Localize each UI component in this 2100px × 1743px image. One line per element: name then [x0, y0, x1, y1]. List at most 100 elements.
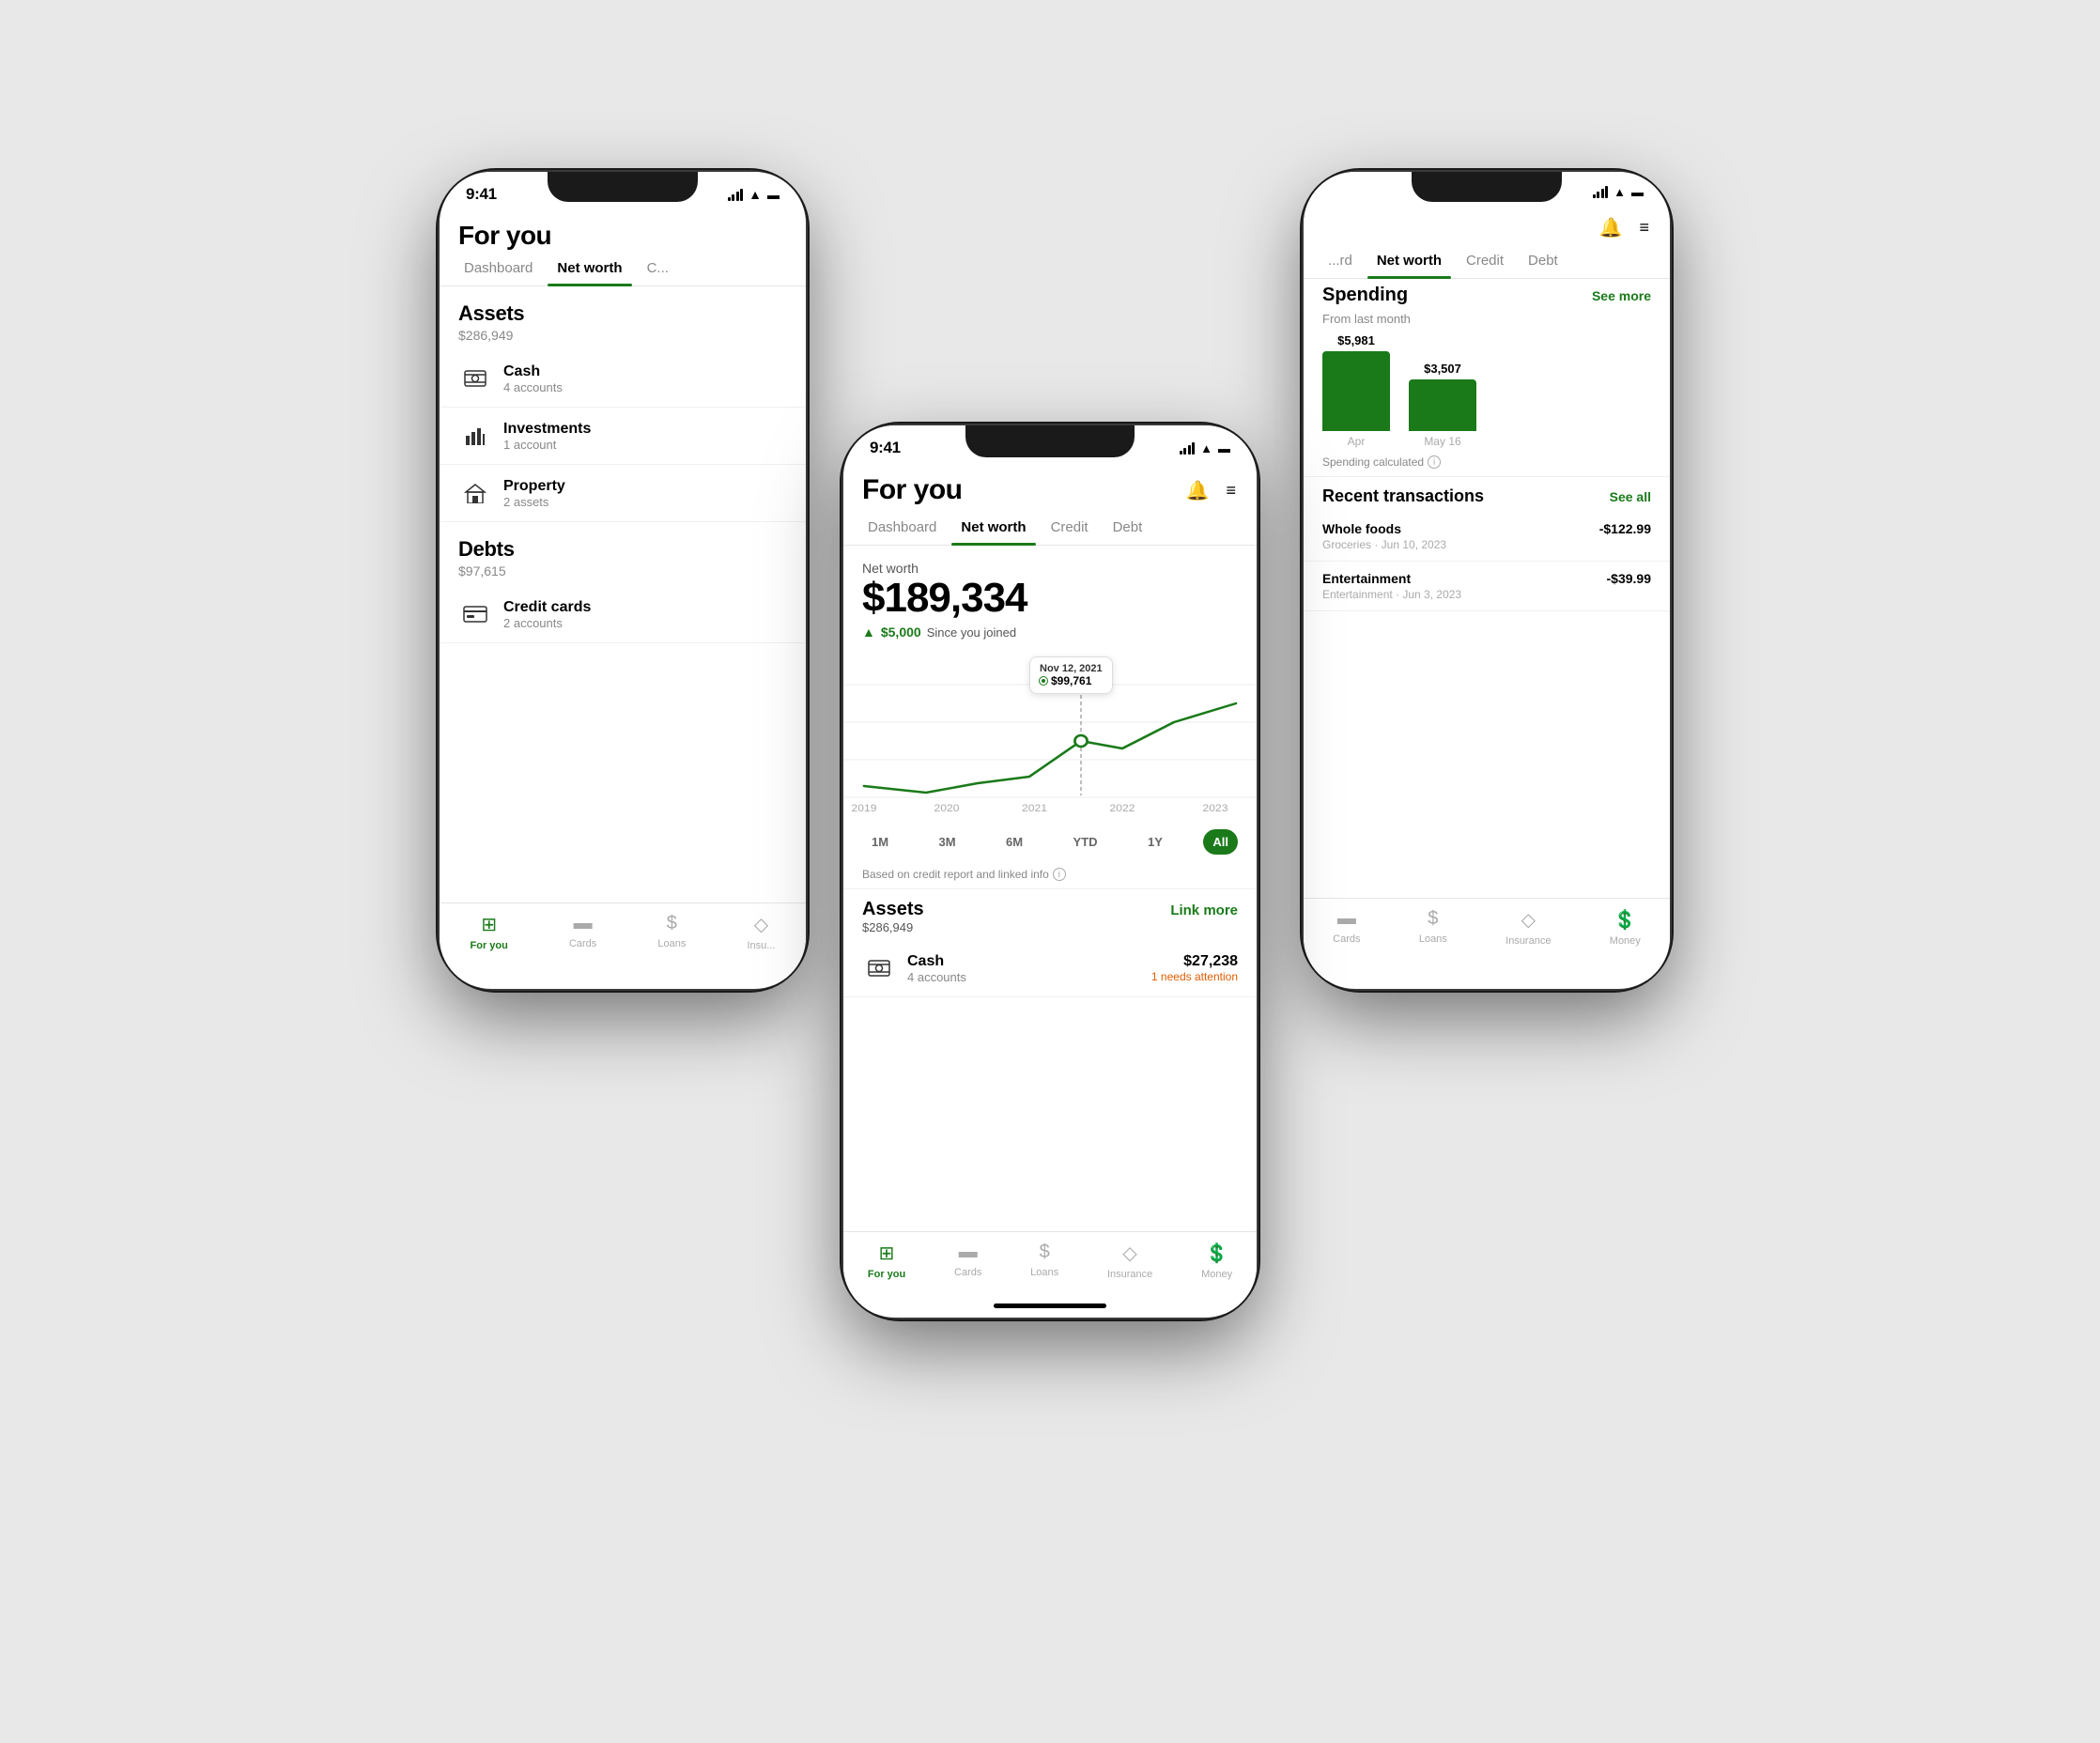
insurance-nav-icon-center: ◇: [1122, 1242, 1136, 1265]
tab-dashboard-left[interactable]: Dashboard: [455, 251, 542, 285]
link-more-button[interactable]: Link more: [1170, 902, 1238, 918]
nav-insurance-center[interactable]: ◇ Insurance: [1107, 1242, 1152, 1280]
credit-info-text: Based on credit report and linked info: [862, 868, 1049, 881]
bar-amount-apr: $5,981: [1337, 333, 1375, 347]
left-property-text: Property 2 assets: [503, 478, 565, 509]
tab-networth-left[interactable]: Net worth: [548, 251, 631, 285]
nav-foryou-center[interactable]: ⊞ For you: [868, 1242, 905, 1280]
nav-cards-center[interactable]: ▬ Cards: [954, 1242, 981, 1278]
networth-change-amount: $5,000: [881, 625, 921, 640]
tab-networth-center[interactable]: Net worth: [951, 510, 1035, 545]
left-property-sub: 2 assets: [503, 495, 565, 509]
loans-icon-left: $: [667, 913, 677, 934]
insurance-label-left: Insu...: [747, 940, 775, 951]
tab-credit-center[interactable]: Credit: [1042, 510, 1098, 545]
chart-tooltip: Nov 12, 2021 $99,761: [1029, 656, 1113, 694]
bell-icon-right[interactable]: 🔔: [1599, 216, 1623, 239]
left-cash-item[interactable]: Cash 4 accounts: [440, 350, 806, 408]
center-header-icons: 🔔 ≡: [1186, 479, 1238, 502]
right-app-content: 🔔 ≡ ...rd Net worth Credit Debt Spending…: [1304, 205, 1670, 980]
tab-rd-right[interactable]: ...rd: [1319, 243, 1362, 278]
right-bottom-nav: ▬ Cards $ Loans ◇ Insurance 💲 Money: [1304, 898, 1670, 980]
nav-foryou-left[interactable]: ⊞ For you: [471, 913, 508, 951]
transaction-amount-1: -$122.99: [1599, 521, 1651, 536]
time-center: 9:41: [870, 439, 901, 457]
cards-nav-label-center: Cards: [954, 1267, 981, 1278]
bell-icon-center[interactable]: 🔔: [1186, 479, 1210, 502]
loans-nav-icon-center: $: [1040, 1242, 1050, 1263]
right-transaction-1[interactable]: Whole foods -$122.99 Groceries · Jun 10,…: [1304, 512, 1670, 562]
property-icon-left: [458, 476, 492, 510]
nav-cards-left[interactable]: ▬ Cards: [569, 913, 596, 949]
transaction-amount-2: -$39.99: [1607, 571, 1651, 586]
center-cash-name: Cash: [907, 953, 966, 970]
nav-money-right[interactable]: 💲 Money: [1610, 908, 1641, 947]
transaction-name-2: Entertainment: [1322, 571, 1411, 586]
filter-ytd[interactable]: YTD: [1064, 829, 1107, 855]
left-header: For you: [440, 209, 806, 251]
phone-center: 9:41 ▲ ▬ For you 🔔: [843, 425, 1257, 1318]
tab-more-left[interactable]: C...: [638, 251, 678, 285]
nav-money-center[interactable]: 💲 Money: [1201, 1242, 1232, 1280]
filter-1y[interactable]: 1Y: [1138, 829, 1172, 855]
battery-icon-center: ▬: [1218, 441, 1230, 455]
right-see-more[interactable]: See more: [1592, 288, 1651, 303]
transaction-meta-1: Groceries · Jun 10, 2023: [1322, 538, 1651, 551]
creditcard-icon-left: [458, 597, 492, 631]
foryou-nav-icon-center: ⊞: [879, 1242, 895, 1265]
nav-insurance-right[interactable]: ◇ Insurance: [1506, 908, 1551, 947]
foryou-label-left: For you: [471, 940, 508, 951]
left-tabs: Dashboard Net worth C...: [440, 251, 806, 286]
loans-nav-label-center: Loans: [1030, 1267, 1058, 1278]
right-transaction-2[interactable]: Entertainment -$39.99 Entertainment · Ju…: [1304, 562, 1670, 611]
center-app-content: For you 🔔 ≡ Dashboard Net worth Credit D…: [843, 463, 1257, 1314]
menu-icon-center[interactable]: ≡: [1226, 481, 1238, 501]
nav-insurance-left[interactable]: ◇ Insu...: [747, 913, 775, 951]
tab-networth-right[interactable]: Net worth: [1367, 243, 1451, 278]
menu-icon-right[interactable]: ≡: [1639, 218, 1651, 238]
notch-left: [548, 172, 698, 202]
left-debts-total: $97,615: [458, 563, 787, 578]
center-tabs: Dashboard Net worth Credit Debt: [843, 510, 1257, 546]
nav-loans-center[interactable]: $ Loans: [1030, 1242, 1058, 1278]
svg-text:2020: 2020: [934, 804, 960, 814]
tooltip-dot: [1040, 677, 1047, 685]
left-cash-name: Cash: [503, 363, 563, 380]
center-cash-text: Cash 4 accounts: [907, 953, 966, 984]
filter-1m[interactable]: 1M: [862, 829, 898, 855]
nav-loans-right[interactable]: $ Loans: [1419, 908, 1447, 945]
center-page-title: For you: [862, 474, 963, 506]
tab-debt-center[interactable]: Debt: [1104, 510, 1152, 545]
center-chart: Nov 12, 2021 $99,761: [843, 647, 1257, 816]
battery-icon-right: ▬: [1631, 185, 1644, 199]
tab-dashboard-center[interactable]: Dashboard: [858, 510, 946, 545]
center-cash-item[interactable]: Cash 4 accounts $27,238 1 needs attentio…: [843, 940, 1257, 997]
left-property-item[interactable]: Property 2 assets: [440, 465, 806, 522]
left-bottom-nav: ⊞ For you ▬ Cards $ Loans ◇ Insu...: [440, 902, 806, 985]
cards-label-left: Cards: [569, 938, 596, 949]
center-bottom-nav: ⊞ For you ▬ Cards $ Loans ◇ Insurance: [843, 1231, 1257, 1314]
tooltip-amount: $99,761: [1051, 674, 1091, 687]
home-indicator-center: [994, 1303, 1106, 1308]
tab-credit-right[interactable]: Credit: [1457, 243, 1513, 278]
wifi-icon-left: ▲: [749, 187, 762, 202]
center-cash-notice: 1 needs attention: [1151, 970, 1238, 983]
bar-apr: [1322, 351, 1390, 431]
nav-cards-right[interactable]: ▬ Cards: [1333, 908, 1360, 945]
center-credit-info: Based on credit report and linked info i: [843, 860, 1257, 889]
filter-6m[interactable]: 6M: [996, 829, 1032, 855]
filter-all[interactable]: All: [1203, 829, 1238, 855]
nav-loans-left[interactable]: $ Loans: [657, 913, 686, 949]
battery-icon-left: ▬: [767, 188, 780, 202]
tab-debt-right[interactable]: Debt: [1519, 243, 1567, 278]
left-creditcards-item[interactable]: Credit cards 2 accounts: [440, 586, 806, 643]
investments-icon-left: [458, 419, 492, 453]
left-investments-item[interactable]: Investments 1 account: [440, 408, 806, 465]
center-cash-sub: 4 accounts: [907, 970, 966, 984]
right-see-all[interactable]: See all: [1610, 489, 1651, 504]
wifi-icon-right: ▲: [1614, 185, 1626, 199]
left-investments-sub: 1 account: [503, 438, 591, 452]
filter-3m[interactable]: 3M: [930, 829, 965, 855]
signal-icon-left: [728, 189, 744, 201]
money-nav-label-center: Money: [1201, 1269, 1232, 1280]
